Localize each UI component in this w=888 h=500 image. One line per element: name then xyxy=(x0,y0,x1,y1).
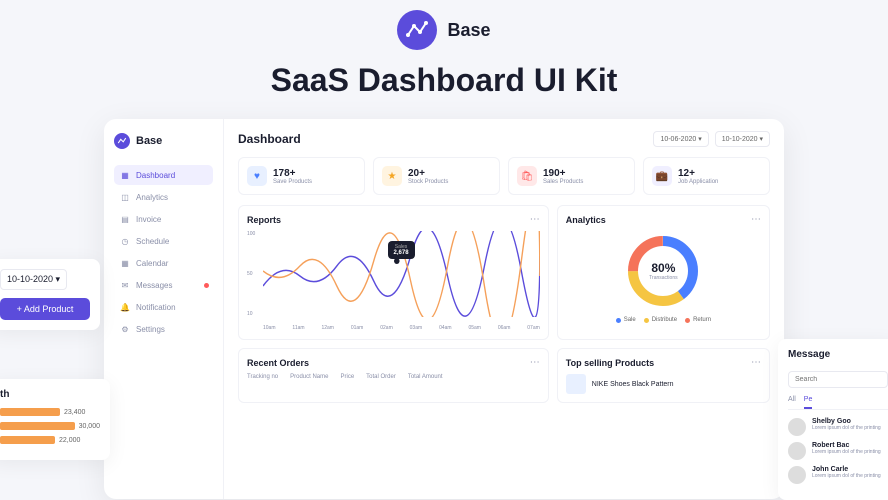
hero-logo: Base xyxy=(397,10,490,50)
bar-row: 23,400 xyxy=(0,408,100,416)
sidebar-logo: Base xyxy=(114,133,213,149)
bar-row: 22,000 xyxy=(0,436,100,444)
sidebar-item-invoice[interactable]: ▤Invoice xyxy=(114,209,213,229)
hero-title: SaaS Dashboard UI Kit xyxy=(0,62,888,99)
orders-panel: Recent Orders ⋯ Tracking noProduct NamePr… xyxy=(238,348,549,403)
mail-icon: ✉ xyxy=(120,280,130,290)
stat-cards: ♥178+Save Products ★20+Stock Products 🛍1… xyxy=(238,157,770,195)
gear-icon: ⚙ xyxy=(120,324,130,334)
stat-card-sales: 🛍190+Sales Products xyxy=(508,157,635,195)
legend-item: Return xyxy=(685,317,711,323)
product-thumb xyxy=(566,374,586,394)
bag-icon: 🛍 xyxy=(517,166,537,186)
brand-logo-icon xyxy=(397,10,437,50)
y-axis: 1005010 xyxy=(247,231,255,317)
date-chip[interactable]: 10-10-2020 ▾ xyxy=(0,269,67,290)
tab-all[interactable]: All xyxy=(788,396,796,409)
sidebar-item-analytics[interactable]: ◫Analytics xyxy=(114,187,213,207)
stat-card-jobs: 💼12+Job Application xyxy=(643,157,770,195)
message-item[interactable]: Robert BacLorem ipsum dol of the printin… xyxy=(788,442,888,460)
top-item: NIKE Shoes Black Pattern xyxy=(566,374,761,394)
legend: Sale Distribute Return xyxy=(616,317,711,323)
top-selling-panel: Top selling Products ⋯ NIKE Shoes Black P… xyxy=(557,348,770,403)
x-axis: 10am11am12am01am02am03am04am05am06am07am xyxy=(263,325,540,331)
bottom-panels: Recent Orders ⋯ Tracking noProduct NamePr… xyxy=(238,348,770,403)
bell-icon: 🔔 xyxy=(120,302,130,312)
sidebar-item-messages[interactable]: ✉Messages xyxy=(114,275,213,295)
clock-icon: ◷ xyxy=(120,236,130,246)
file-icon: ▤ xyxy=(120,214,130,224)
more-icon[interactable]: ⋯ xyxy=(751,357,761,368)
chart-icon: ◫ xyxy=(120,192,130,202)
brand-logo-icon xyxy=(114,133,130,149)
badge-icon xyxy=(204,283,209,288)
sidebar-item-dashboard[interactable]: ▦Dashboard xyxy=(114,165,213,185)
date-range: 10-06-2020 ▾ 10-10-2020 ▾ xyxy=(653,131,770,147)
donut-chart: 80% Transactions xyxy=(623,231,703,311)
date-from[interactable]: 10-06-2020 ▾ xyxy=(653,131,708,147)
top-title: Top selling Products xyxy=(566,358,654,368)
hero-brand-text: Base xyxy=(447,20,490,41)
bar-row: 30,000 xyxy=(0,422,100,430)
chart-tooltip: Sales 2,678 xyxy=(388,241,415,259)
avatar xyxy=(788,418,806,436)
reports-chart: 1005010 Sales 2,678 xyxy=(247,231,540,331)
left-panel-product: 10-10-2020 ▾ + Add Product xyxy=(0,259,100,330)
analytics-panel: Analytics ⋯ 80% Transactions xyxy=(557,205,770,340)
avatar xyxy=(788,466,806,484)
sidebar: Base ▦Dashboard ◫Analytics ▤Invoice ◷Sch… xyxy=(104,119,224,499)
page-title: Dashboard xyxy=(238,132,301,146)
content: Dashboard 10-06-2020 ▾ 10-10-2020 ▾ ♥178… xyxy=(224,119,784,499)
date-to[interactable]: 10-10-2020 ▾ xyxy=(715,131,770,147)
left-panel-month: th 23,400 30,000 22,000 xyxy=(0,379,110,460)
search-input[interactable] xyxy=(788,371,888,388)
more-icon[interactable]: ⋯ xyxy=(751,214,761,225)
message-tabs: All Pe xyxy=(788,396,888,410)
sidebar-brand-text: Base xyxy=(136,135,162,147)
month-title: th xyxy=(0,389,100,400)
donut-label: Transactions xyxy=(649,275,677,281)
sidebar-item-calendar[interactable]: ▦Calendar xyxy=(114,253,213,273)
sidebar-item-schedule[interactable]: ◷Schedule xyxy=(114,231,213,251)
more-icon[interactable]: ⋯ xyxy=(530,357,540,368)
legend-item: Distribute xyxy=(644,317,677,323)
sidebar-item-settings[interactable]: ⚙Settings xyxy=(114,319,213,339)
reports-panel: Reports⋯ 1005010 Sales xyxy=(238,205,549,340)
legend-item: Sale xyxy=(616,317,636,323)
sidebar-item-notification[interactable]: 🔔Notification xyxy=(114,297,213,317)
stat-card-save: ♥178+Save Products xyxy=(238,157,365,195)
message-item[interactable]: Shelby GooLorem ipsum dol of the printin… xyxy=(788,418,888,436)
briefcase-icon: 💼 xyxy=(652,166,672,186)
grid-icon: ▦ xyxy=(120,170,130,180)
stat-card-stock: ★20+Stock Products xyxy=(373,157,500,195)
donut-percent: 80% xyxy=(649,261,677,275)
message-item[interactable]: John CarleLorem ipsum dol of the printin… xyxy=(788,466,888,484)
calendar-icon: ▦ xyxy=(120,258,130,268)
messages-title: Message xyxy=(788,349,888,360)
heart-icon: ♥ xyxy=(247,166,267,186)
tab-people[interactable]: Pe xyxy=(804,396,813,409)
star-icon: ★ xyxy=(382,166,402,186)
hero: Base SaaS Dashboard UI Kit xyxy=(0,0,888,119)
dashboard-card: Base ▦Dashboard ◫Analytics ▤Invoice ◷Sch… xyxy=(104,119,784,499)
content-header: Dashboard 10-06-2020 ▾ 10-10-2020 ▾ xyxy=(238,131,770,147)
add-product-button[interactable]: + Add Product xyxy=(0,298,90,320)
mid-panels: Reports⋯ 1005010 Sales xyxy=(238,205,770,340)
orders-title: Recent Orders xyxy=(247,358,309,368)
messages-panel: Message All Pe Shelby GooLorem ipsum dol… xyxy=(778,339,888,500)
more-icon[interactable]: ⋯ xyxy=(530,214,540,225)
table-header: Tracking noProduct NamePriceTotal OrderT… xyxy=(247,374,540,380)
analytics-title: Analytics xyxy=(566,215,606,225)
reports-title: Reports xyxy=(247,215,281,225)
avatar xyxy=(788,442,806,460)
